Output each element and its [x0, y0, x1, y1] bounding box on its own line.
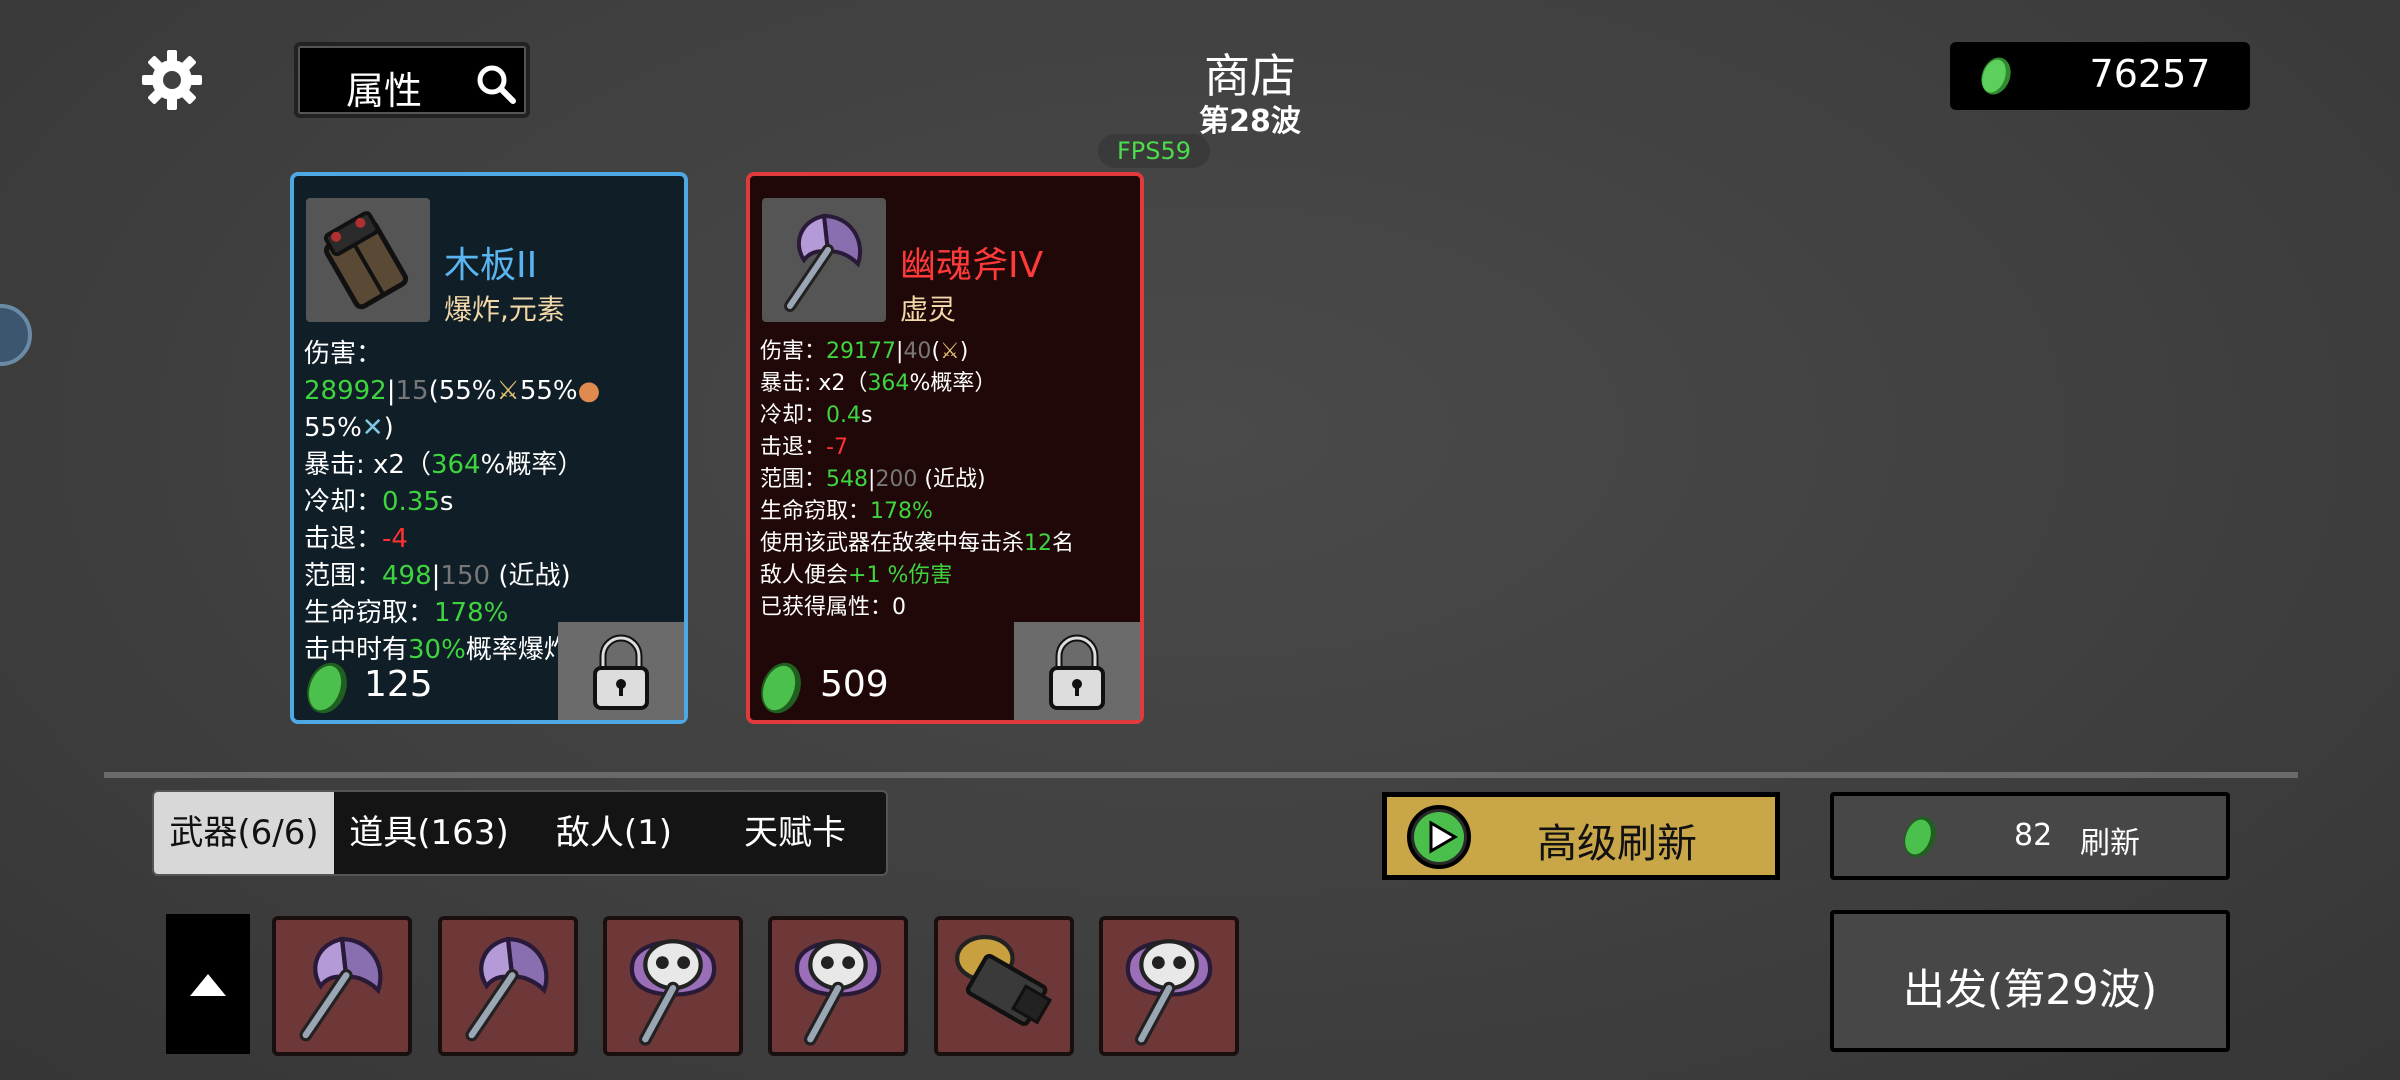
divider	[104, 772, 2298, 778]
inventory-slot[interactable]	[934, 916, 1074, 1056]
play-video-icon	[1407, 805, 1471, 869]
tab-enemies[interactable]: 敌人(1)	[524, 792, 704, 874]
shop-card-ghost-axe[interactable]: 幽魂斧IV 虚灵 伤害：29177|40(⚔) 暴击: x2（364%概率） 冷…	[746, 172, 1144, 724]
card-tags: 虚灵	[900, 293, 957, 326]
ghost-axe-icon	[465, 936, 549, 1042]
search-label: 属性	[346, 69, 423, 113]
refresh-cost: 82	[2014, 818, 2053, 853]
inventory-slot[interactable]	[272, 916, 412, 1056]
lifesteal-line: 生命窃取：178%	[760, 499, 933, 524]
sword-icon: ⚔	[940, 339, 960, 364]
side-badge[interactable]	[0, 304, 32, 366]
damage-line: 伤害：29177|40(⚔)	[760, 339, 969, 364]
depart-button[interactable]: 出发(第29波)	[1830, 910, 2230, 1052]
inventory-slot[interactable]	[1099, 916, 1239, 1056]
knockback-line: 击退：-7	[760, 435, 848, 460]
tab-items[interactable]: 道具(163)	[334, 792, 524, 874]
inventory-slot[interactable]	[768, 916, 908, 1056]
lock-button[interactable]	[558, 622, 684, 720]
damage-line-2: 55%✕)	[304, 413, 394, 443]
cross-icon: ✕	[361, 413, 384, 443]
sword-icon: ⚔	[496, 376, 520, 406]
refresh-button[interactable]: 82 刷新	[1830, 792, 2230, 880]
inventory-slot[interactable]	[438, 916, 578, 1056]
attribute-search-button[interactable]: 属性	[294, 42, 530, 118]
range-line: 范围：498|150 (近战)	[304, 561, 571, 591]
coin-icon	[761, 662, 801, 714]
skull-axe-icon	[629, 939, 717, 1046]
card-price: 125	[364, 664, 433, 705]
category-tabs: 武器(6/6) 道具(163) 敌人(1) 天赋卡	[152, 790, 888, 876]
card-tags: 爆炸,元素	[444, 293, 565, 326]
range-line: 范围：548|200 (近战)	[760, 467, 986, 492]
skull-axe-icon	[794, 939, 882, 1046]
description-line-2: 敌人便会+1 %伤害	[760, 563, 953, 588]
damage-line: 伤害：28992|15(55%⚔55%●	[304, 339, 601, 406]
card-stats: 伤害：28992|15(55%⚔55%● 55%✕) 暴击: x2（364%概率…	[304, 336, 676, 669]
settings-gear-icon[interactable]	[140, 48, 204, 112]
card-stats: 伤害：29177|40(⚔) 暴击: x2（364%概率） 冷却：0.4s 击退…	[760, 336, 1132, 624]
card-name: 木板II	[444, 245, 538, 286]
flame-icon: ●	[577, 376, 601, 406]
shop-card-plank[interactable]: 木板II 爆炸,元素 伤害：28992|15(55%⚔55%● 55%✕) 暴击…	[290, 172, 688, 724]
inventory-slot[interactable]	[603, 916, 743, 1056]
padlock-icon	[593, 634, 649, 710]
coin-icon	[1904, 816, 1936, 858]
money-display: 76257	[1950, 42, 2250, 110]
plank-bomb-icon	[955, 934, 1053, 1027]
advanced-refresh-button[interactable]: 高级刷新	[1382, 792, 1780, 880]
fps-counter: FPS59	[1098, 134, 1210, 168]
triangle-up-icon	[190, 974, 226, 996]
padlock-icon	[1049, 634, 1105, 710]
refresh-label: 刷新	[2080, 826, 2140, 861]
lock-button[interactable]	[1014, 622, 1140, 720]
depart-label: 出发(第29波)	[1902, 965, 2158, 1014]
skull-axe-icon	[1125, 939, 1213, 1046]
knockback-line: 击退：-4	[304, 524, 408, 554]
ghost-axe-icon	[762, 198, 886, 322]
money-amount: 76257	[2089, 52, 2211, 96]
search-icon	[477, 65, 516, 104]
crit-line: 暴击: x2（364%概率）	[760, 371, 997, 396]
coin-icon	[307, 662, 347, 714]
cooldown-line: 冷却：0.4s	[760, 403, 873, 428]
description-line-1: 使用该武器在敌袭中每击杀12名	[760, 531, 1075, 556]
tab-weapons[interactable]: 武器(6/6)	[154, 792, 334, 874]
advanced-refresh-label: 高级刷新	[1537, 821, 1697, 867]
ghost-axe-icon	[299, 936, 383, 1042]
crit-line: 暴击: x2（364%概率）	[304, 450, 584, 480]
gained-stats-line: 已获得属性：0	[760, 595, 907, 620]
card-price: 509	[820, 664, 889, 705]
card-name: 幽魂斧IV	[900, 245, 1044, 286]
cooldown-line: 冷却：0.35s	[304, 487, 454, 517]
expand-inventory-button[interactable]	[166, 914, 250, 1054]
coin-icon	[1981, 57, 2011, 95]
tab-talent-cards[interactable]: 天赋卡	[704, 792, 886, 874]
plank-bomb-icon	[306, 198, 430, 322]
